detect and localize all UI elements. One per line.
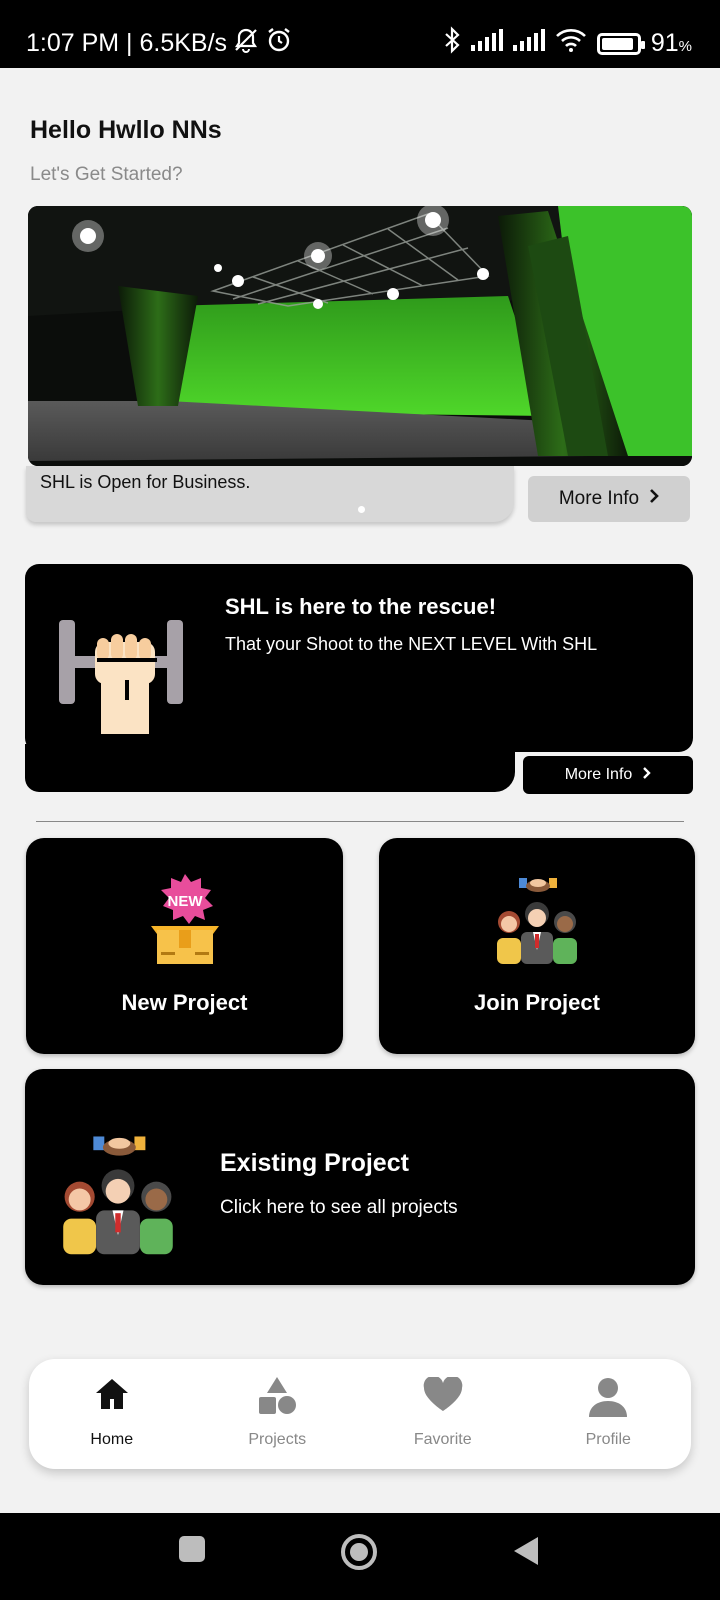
existing-project-subtitle: Click here to see all projects	[220, 1197, 458, 1218]
battery-icon	[596, 32, 645, 55]
existing-project-title: Existing Project	[220, 1149, 409, 1177]
carousel-dot[interactable]	[358, 506, 365, 513]
existing-project-tile[interactable]: Existing Project Click here to see all p…	[25, 1069, 695, 1285]
team-handshake-icon	[55, 1131, 181, 1262]
rescue-card[interactable]: SHL is here to the rescue! That your Sho…	[25, 564, 693, 794]
back-button[interactable]	[512, 1535, 540, 1572]
bluetooth-icon	[443, 26, 461, 61]
rescue-title: SHL is here to the rescue!	[225, 594, 497, 619]
heart-icon	[422, 1375, 464, 1418]
alarm-icon	[265, 26, 293, 61]
nav-item-profile[interactable]: Profile	[526, 1359, 692, 1469]
system-nav-bar	[0, 1513, 720, 1600]
nav-item-favorite[interactable]: Favorite	[360, 1359, 526, 1469]
greeting-subtitle: Let's Get Started?	[30, 164, 183, 185]
greeting-title: Hello Hwllo NNs	[30, 116, 222, 144]
hero-caption: SHL is Open for Business.	[40, 472, 251, 492]
signal-icon	[512, 29, 545, 58]
battery-percent: 91%	[650, 29, 692, 57]
more-info-label: More Info	[558, 488, 640, 509]
more-info-label: More Info	[564, 766, 633, 783]
new-project-tile[interactable]: NEW New Project	[26, 838, 343, 1054]
hero-caption-panel: SHL is Open for Business.	[26, 466, 514, 522]
rescue-more-info-button[interactable]: More Info	[523, 756, 693, 794]
new-box-icon: NEW	[147, 874, 223, 971]
wifi-icon	[555, 28, 587, 59]
nav-item-home[interactable]: Home	[29, 1359, 195, 1469]
hero-more-info-button[interactable]: More Info	[528, 476, 690, 522]
chevron-right-icon	[649, 488, 659, 510]
new-project-label: New Project	[121, 990, 248, 1015]
svg-text:NEW: NEW	[167, 893, 203, 910]
status-left: 1:07 PM | 6.5KB/s	[26, 26, 293, 61]
nav-label-favorite: Favorite	[413, 1431, 472, 1448]
person-icon	[588, 1377, 628, 1424]
status-right: 91%	[443, 26, 692, 61]
nav-label-home: Home	[90, 1431, 134, 1448]
chevron-right-icon	[642, 766, 651, 785]
nav-item-projects[interactable]: Projects	[195, 1359, 361, 1469]
bottom-nav: Home Projects Favorite Profile	[29, 1359, 691, 1469]
team-handshake-icon	[491, 874, 583, 971]
nav-label-profile: Profile	[585, 1431, 631, 1448]
home-button[interactable]	[340, 1533, 378, 1576]
status-bar: 1:07 PM | 6.5KB/s 91%	[0, 0, 720, 68]
join-project-label: Join Project	[474, 990, 600, 1015]
rescue-card-tab	[25, 744, 515, 792]
join-project-tile[interactable]: Join Project	[379, 838, 695, 1054]
hero-banner[interactable]: SHL is Open for Business. More Info	[26, 204, 694, 522]
bell-off-icon	[233, 27, 259, 60]
hero-image[interactable]	[28, 206, 692, 466]
nav-label-projects: Projects	[248, 1431, 307, 1448]
section-divider	[36, 821, 684, 822]
home-icon	[94, 1377, 130, 1416]
signal-icon	[470, 29, 503, 58]
shapes-icon	[258, 1377, 297, 1422]
status-time: 1:07 PM | 6.5KB/s	[26, 29, 228, 57]
recents-button[interactable]	[178, 1535, 206, 1568]
rescue-subtitle: That your Shoot to the NEXT LEVEL With S…	[225, 634, 598, 654]
fist-dumbbell-icon	[57, 620, 187, 745]
